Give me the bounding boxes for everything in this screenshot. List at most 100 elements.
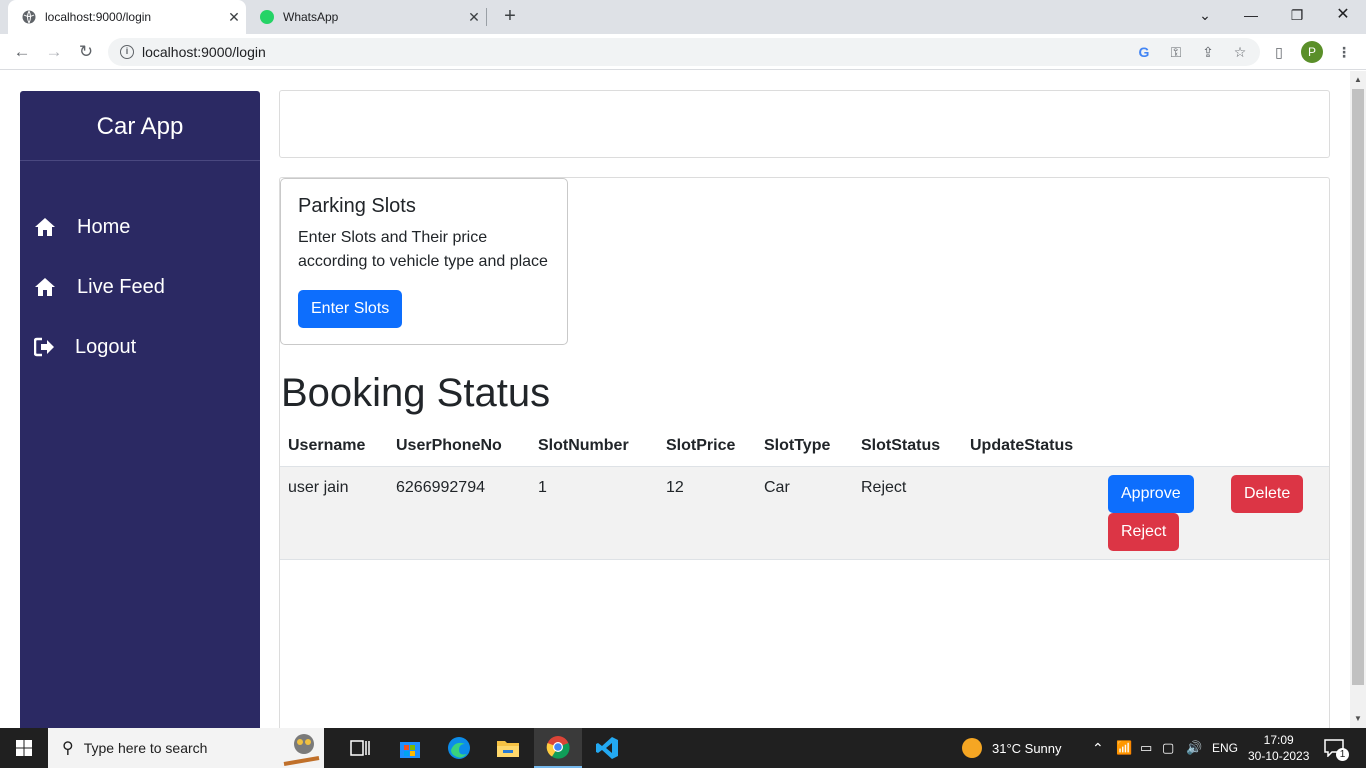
vertical-scrollbar[interactable]: ▲ ▼ <box>1350 71 1366 728</box>
column-header-slotstatus: SlotStatus <box>853 426 962 467</box>
globe-icon <box>22 10 36 24</box>
share-icon[interactable]: ⇪ <box>1198 42 1218 62</box>
close-window-icon[interactable]: ✕ <box>1320 0 1366 34</box>
side-panel-icon[interactable]: ▯ <box>1269 42 1289 62</box>
tab-whatsapp[interactable]: WhatsApp ✕ <box>250 0 486 34</box>
tab-separator <box>486 8 487 26</box>
windows-taskbar: ⚲ Type here to search 31°C Sunny ⌃ 📶 ▭ ▢… <box>0 728 1366 768</box>
home-icon <box>34 276 56 298</box>
tab-localhost-login[interactable]: localhost:9000/login ✕ <box>8 0 246 34</box>
column-header-userphoneno: UserPhoneNo <box>388 426 530 467</box>
tab-title: localhost:9000/login <box>45 10 152 24</box>
tab-search-chevron-icon[interactable]: ⌄ <box>1182 0 1228 34</box>
task-view-icon[interactable] <box>336 728 384 768</box>
logout-icon <box>34 336 56 358</box>
sidebar-item-label: Home <box>77 215 131 238</box>
action-buttons: Approve Delete Reject <box>1108 474 1321 551</box>
show-hidden-icons-icon[interactable]: ⌃ <box>1092 728 1104 768</box>
app-brand: Car App <box>20 91 260 161</box>
home-icon <box>34 216 56 238</box>
network-icon[interactable]: 📶 <box>1116 728 1132 768</box>
close-tab-icon[interactable]: ✕ <box>222 9 246 26</box>
cell-actions: Approve Delete Reject <box>1101 466 1329 560</box>
clock-time: 17:09 <box>1263 733 1294 747</box>
column-header-slotprice: SlotPrice <box>658 426 756 467</box>
forward-icon[interactable]: → <box>42 40 66 64</box>
cell-phone: 6266992794 <box>388 466 530 560</box>
column-header-username: Username <box>280 426 388 467</box>
battery-icon[interactable]: ▭ <box>1140 728 1152 768</box>
search-placeholder: Type here to search <box>83 740 208 756</box>
booking-status-heading: Booking Status <box>281 371 551 415</box>
display-icon[interactable]: ▢ <box>1162 728 1174 768</box>
scrollbar-thumb[interactable] <box>1352 89 1364 685</box>
parking-slots-card: Parking Slots Enter Slots and Their pric… <box>280 178 568 345</box>
key-icon[interactable]: ⚿ <box>1166 42 1186 62</box>
close-tab-icon[interactable]: ✕ <box>462 9 486 26</box>
bookmark-star-icon[interactable]: ☆ <box>1230 42 1250 62</box>
back-icon[interactable]: ← <box>10 40 34 64</box>
sidebar-item-logout[interactable]: Logout <box>20 327 260 367</box>
enter-slots-button[interactable]: Enter Slots <box>298 290 403 328</box>
browser-toolbar: ← → ↻ i localhost:9000/login G ⚿ ⇪ ☆ ▯ P… <box>0 34 1366 70</box>
edge-browser-icon[interactable] <box>435 728 483 768</box>
table-header-row: Username UserPhoneNo SlotNumber SlotPric… <box>280 426 1329 467</box>
cell-slot-price: 12 <box>658 466 756 560</box>
sidebar-item-label: Live Feed <box>77 275 165 298</box>
tab-title: WhatsApp <box>283 10 339 24</box>
weather-text: 31°C Sunny <box>992 740 1062 756</box>
cell-update-status <box>962 466 1101 560</box>
new-tab-icon[interactable]: + <box>498 4 522 28</box>
sidebar-item-home[interactable]: Home <box>20 207 260 247</box>
search-highlight-image <box>274 728 324 768</box>
google-icon[interactable]: G <box>1134 42 1154 62</box>
whatsapp-icon <box>260 10 274 24</box>
search-icon: ⚲ <box>62 740 74 757</box>
scroll-down-icon[interactable]: ▼ <box>1350 712 1366 726</box>
cell-slot-status: Reject <box>853 466 962 560</box>
scroll-up-icon[interactable]: ▲ <box>1350 73 1366 87</box>
clock[interactable]: 17:09 30-10-2023 <box>1248 728 1309 768</box>
restore-icon[interactable]: ❐ <box>1274 0 1320 34</box>
menu-kebab-icon[interactable]: ⋮ <box>1334 42 1354 62</box>
minimize-icon[interactable]: — <box>1228 0 1274 34</box>
card-title: Parking Slots <box>298 195 416 217</box>
notification-center-icon[interactable]: 1 <box>1324 728 1349 768</box>
vscode-icon[interactable] <box>583 728 631 768</box>
column-header-actions <box>1101 426 1329 467</box>
address-bar[interactable]: i localhost:9000/login <box>108 38 1260 66</box>
column-header-slottype: SlotType <box>756 426 853 467</box>
reload-icon[interactable]: ↻ <box>74 40 98 64</box>
notification-badge: 1 <box>1336 748 1349 761</box>
cell-slot-number: 1 <box>530 466 658 560</box>
sidebar-item-live-feed[interactable]: Live Feed <box>20 267 260 307</box>
url-text: localhost:9000/login <box>142 44 266 60</box>
reject-button[interactable]: Reject <box>1108 512 1180 551</box>
profile-avatar[interactable]: P <box>1301 41 1323 63</box>
taskbar-search-box[interactable]: ⚲ Type here to search <box>48 728 324 768</box>
page-content: Car App Home Live Feed Logout Parking Sl… <box>0 71 1350 728</box>
chrome-icon[interactable] <box>534 728 582 768</box>
card-text: Enter Slots and Their price according to… <box>298 229 548 270</box>
windows-start-icon[interactable] <box>0 728 48 768</box>
column-header-updatestatus: UpdateStatus <box>962 426 1101 467</box>
microsoft-store-icon[interactable] <box>386 728 434 768</box>
booking-table: Username UserPhoneNo SlotNumber SlotPric… <box>280 426 1329 560</box>
delete-button[interactable]: Delete <box>1231 474 1304 513</box>
sidebar-item-label: Logout <box>75 335 137 358</box>
cell-slot-type: Car <box>756 466 853 560</box>
clock-date: 30-10-2023 <box>1248 749 1310 763</box>
sidebar: Car App Home Live Feed Logout <box>20 91 260 728</box>
weather-widget[interactable]: 31°C Sunny <box>962 728 1062 768</box>
language-indicator[interactable]: ENG <box>1212 728 1238 768</box>
approve-button[interactable]: Approve <box>1108 474 1194 513</box>
file-explorer-icon[interactable] <box>484 728 532 768</box>
volume-icon[interactable]: 🔊 <box>1186 728 1202 768</box>
info-icon[interactable]: i <box>120 45 134 59</box>
top-header-box <box>279 90 1330 158</box>
browser-tab-bar: localhost:9000/login ✕ WhatsApp ✕ + ⌄ — … <box>0 0 1366 34</box>
column-header-slotnumber: SlotNumber <box>530 426 658 467</box>
table-row: user jain 6266992794 1 12 Car Reject App… <box>280 466 1329 560</box>
cell-username: user jain <box>280 466 388 560</box>
sun-icon <box>962 738 982 758</box>
